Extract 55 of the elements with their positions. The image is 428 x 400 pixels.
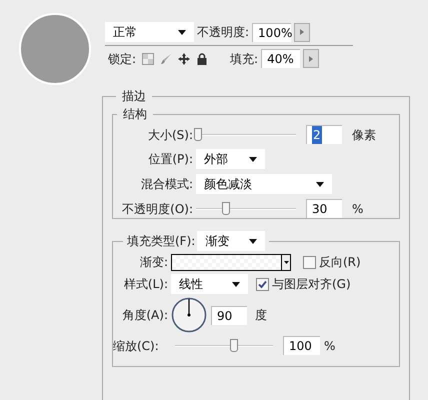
- fill-field[interactable]: 40%: [261, 49, 300, 68]
- lock-transparency-icon[interactable]: [142, 52, 154, 64]
- section-title: 描边: [122, 89, 146, 103]
- caret-icon: [178, 30, 186, 34]
- brush-icon[interactable]: [160, 52, 172, 64]
- section-title: 结构: [123, 107, 147, 121]
- style-dropdown[interactable]: 线性: [171, 274, 248, 294]
- opacity-field[interactable]: 30: [306, 199, 342, 218]
- opacity-label: 不透明度(O):: [121, 200, 193, 218]
- slider-track[interactable]: [196, 126, 296, 142]
- slider-thumb[interactable]: [194, 128, 202, 140]
- checkbox-label: 反向(R): [319, 254, 361, 271]
- unit-label: 度: [255, 307, 267, 324]
- arrow-right-icon: [309, 56, 314, 62]
- angle-field[interactable]: 90: [211, 306, 247, 324]
- caret-icon: [284, 260, 288, 264]
- caret-icon: [316, 182, 324, 186]
- style-label: 样式(L):: [122, 276, 169, 293]
- fill-type-dropdown[interactable]: 渐变: [197, 231, 266, 251]
- opacity-field[interactable]: 100%: [252, 22, 292, 42]
- checkbox-label: 与图层对齐(G): [272, 276, 351, 293]
- angle-label: 角度(A):: [121, 307, 169, 324]
- position-dropdown[interactable]: 外部: [196, 149, 265, 169]
- position-label: 位置(P):: [147, 151, 193, 168]
- gradient-picker[interactable]: [171, 254, 291, 270]
- size-field[interactable]: 2: [306, 125, 342, 144]
- fill-label: 填充:: [230, 50, 258, 68]
- blend-mode-label: 混合模式:: [140, 176, 193, 193]
- unit-label: %: [324, 338, 336, 354]
- caret-icon: [249, 156, 257, 162]
- move-icon[interactable]: [178, 52, 190, 64]
- lock-label: 锁定:: [108, 50, 136, 68]
- slider-track[interactable]: [175, 338, 273, 354]
- caret-icon: [249, 238, 258, 244]
- gradient-label: 渐变:: [138, 254, 169, 271]
- scale-field[interactable]: 100: [283, 336, 320, 355]
- blend-mode-dropdown[interactable]: 正常: [105, 22, 194, 42]
- stroke-blend-mode-dropdown[interactable]: 颜色减淡: [196, 174, 332, 194]
- checkbox[interactable]: [303, 256, 316, 268]
- angle-dial[interactable]: [171, 297, 207, 333]
- size-label: 大小(S):: [146, 126, 193, 144]
- slider-track[interactable]: [196, 200, 296, 216]
- slider-popup-button[interactable]: [294, 22, 310, 42]
- caret-icon: [232, 282, 240, 286]
- arrow-right-icon: [300, 29, 304, 35]
- opacity-label: 不透明度:: [197, 24, 250, 41]
- checkbox[interactable]: [256, 278, 269, 290]
- scale-label: 缩放(C):: [113, 338, 160, 354]
- unit-label: %: [352, 200, 364, 218]
- lock-icon[interactable]: [197, 52, 208, 64]
- fill-type-label: 填充类型(F):: [127, 233, 196, 250]
- slider-thumb[interactable]: [230, 338, 238, 352]
- unit-label: 像素: [352, 126, 376, 144]
- slider-thumb[interactable]: [222, 202, 230, 214]
- slider-popup-button[interactable]: [303, 49, 320, 68]
